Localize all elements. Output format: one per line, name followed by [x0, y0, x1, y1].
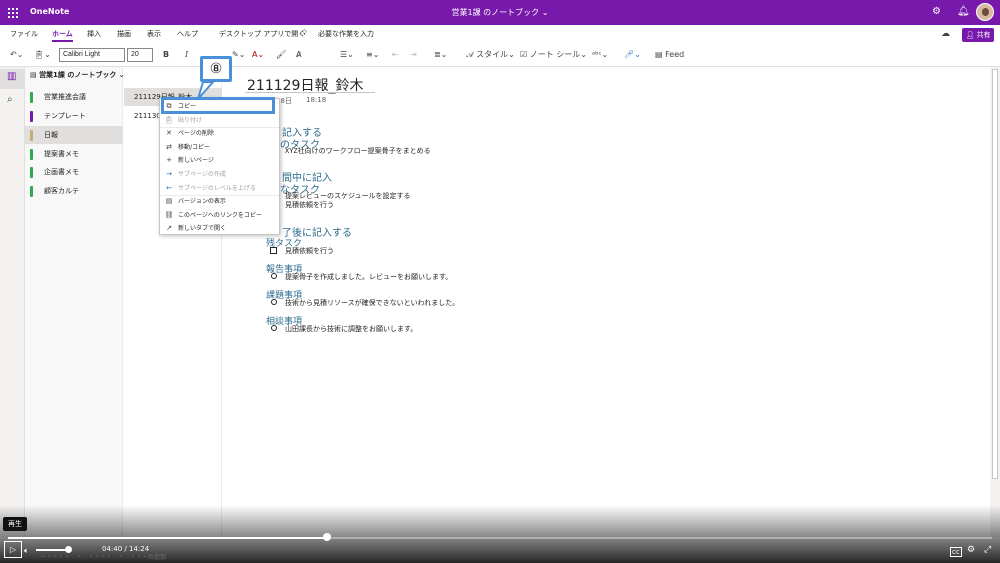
- play-tooltip: 再生: [3, 517, 27, 531]
- duration: 14:24: [129, 545, 150, 553]
- fullscreen-icon[interactable]: ⤢: [984, 545, 991, 555]
- time-separator: /: [124, 545, 127, 553]
- current-time: 04:40: [102, 545, 123, 553]
- volume-icon[interactable]: 🔈︎: [24, 546, 29, 556]
- video-progress-bar[interactable]: [8, 537, 992, 539]
- video-progress-knob[interactable]: [322, 533, 331, 541]
- captions-icon[interactable]: cc: [950, 547, 962, 557]
- settings-gear-icon[interactable]: ⚙: [967, 545, 975, 555]
- callout-pointer: [197, 81, 216, 100]
- play-button[interactable]: ▷: [4, 541, 22, 558]
- volume-knob[interactable]: [65, 546, 72, 553]
- video-progress-fill: [8, 537, 327, 539]
- video-time: 04:40 / 14:24: [102, 545, 149, 553]
- background-caption: ー・・・・ ・ ・・・・ ・ ・・・の追加: [40, 554, 167, 561]
